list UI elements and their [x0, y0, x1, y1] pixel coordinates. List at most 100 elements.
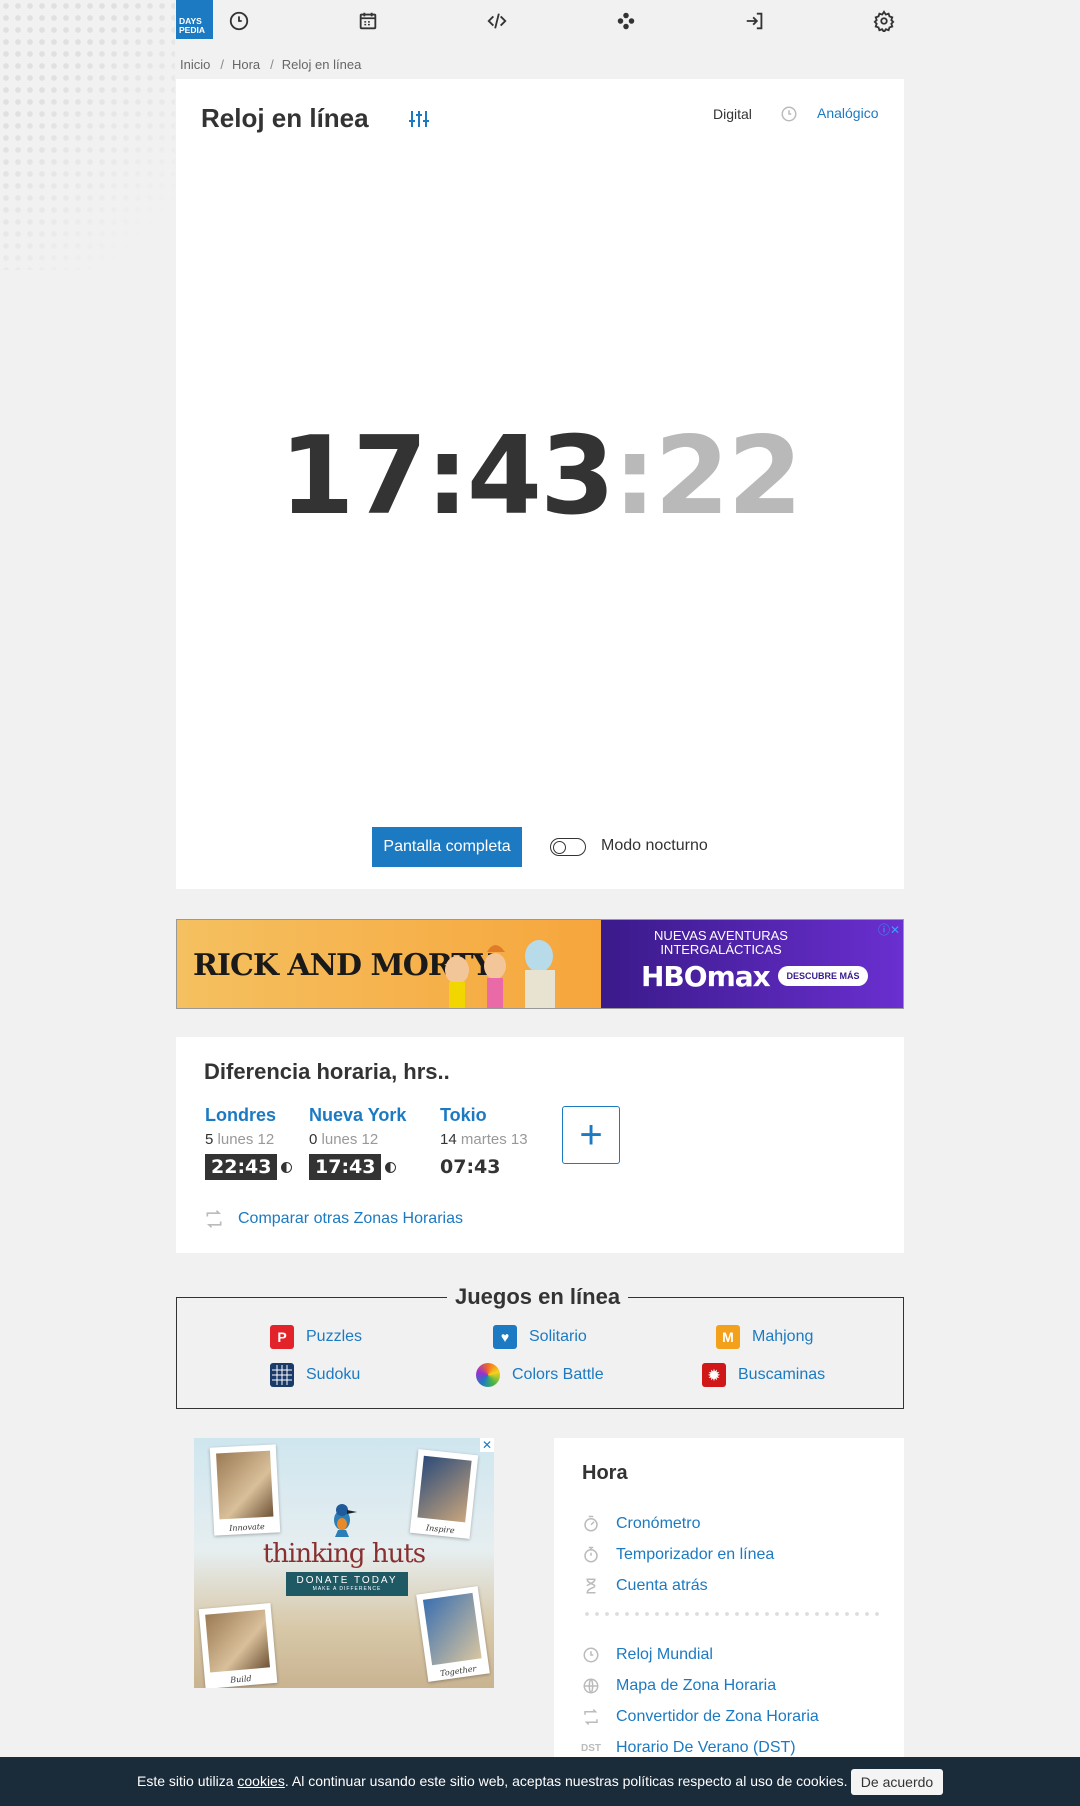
colors-icon	[476, 1363, 500, 1387]
cookie-text-before: Este sitio utiliza	[137, 1773, 238, 1789]
ad-photo-inspire: Inspire	[409, 1449, 479, 1539]
city-day: martes 13	[460, 1131, 528, 1148]
ad-photo-caption: Innovate	[228, 1522, 265, 1533]
game-label: Solitario	[529, 1328, 587, 1345]
game-label: Puzzles	[306, 1328, 363, 1345]
mine-icon: ✹	[702, 1363, 726, 1387]
city-offset-day: 5 lunes 12	[205, 1131, 292, 1148]
link-cronometro[interactable]: Cronómetro	[582, 1515, 700, 1533]
games-nav-icon[interactable]	[615, 10, 637, 32]
city-day: lunes 12	[321, 1131, 379, 1148]
link-cuenta-atras[interactable]: Cuenta atrás	[582, 1577, 708, 1595]
game-label: Colors Battle	[512, 1366, 604, 1383]
ad-photo-image	[216, 1450, 274, 1520]
city-offset: 0	[309, 1131, 318, 1148]
settings-gear-icon[interactable]	[873, 10, 895, 32]
ad-brand-right: HBOmax	[641, 960, 771, 993]
ad-donate-button[interactable]: DONATE TODAY MAKE A DIFFERENCE	[286, 1572, 408, 1596]
breadcrumb-current: Reloj en línea	[281, 57, 362, 72]
city-name[interactable]: Nueva York	[309, 1105, 406, 1126]
ad-cta-button[interactable]: DESCUBRE MÁS	[778, 966, 868, 986]
ad-square[interactable]: Innovate Inspire thinking huts DONATE TO…	[194, 1438, 494, 1688]
timer-icon	[582, 1546, 600, 1564]
ad-close-icon[interactable]: ✕	[480, 1438, 494, 1452]
convert-icon	[582, 1708, 600, 1726]
compare-timezones-label: Comparar otras Zonas Horarias	[238, 1210, 463, 1227]
city-name[interactable]: Londres	[205, 1105, 292, 1126]
ad-photo-caption: Together	[439, 1664, 477, 1679]
ad-photo-together: Together	[416, 1586, 490, 1682]
city-time: 22:43	[205, 1154, 293, 1180]
fullscreen-button[interactable]: Pantalla completa	[372, 827, 522, 867]
link-label: Reloj Mundial	[616, 1646, 713, 1663]
page-title: Reloj en línea	[201, 103, 369, 133]
mahjong-icon: M	[716, 1325, 740, 1349]
city-offset: 5	[205, 1131, 214, 1148]
hora-links-card: Hora Cronómetro Temporizador en línea Cu…	[554, 1438, 904, 1758]
link-label: Cuenta atrás	[616, 1577, 708, 1594]
tune-settings-icon[interactable]	[408, 109, 430, 134]
digital-clock-display: 17:43:22	[176, 414, 904, 539]
ad-characters-image	[445, 940, 555, 1008]
logo-line2: PEDIA	[179, 25, 205, 35]
ad-donate-sublabel: MAKE A DIFFERENCE	[312, 1586, 382, 1592]
ad-headline: NUEVAS AVENTURAS INTERGALÁCTICAS	[654, 928, 788, 957]
clock-icon	[582, 1646, 600, 1664]
ad-info-close-icon[interactable]: ⓘ✕	[878, 921, 900, 938]
game-sudoku[interactable]: Sudoku	[270, 1363, 360, 1387]
link-reloj-mundial[interactable]: Reloj Mundial	[582, 1646, 713, 1664]
clock-seconds: :22	[613, 414, 802, 539]
night-mode-toggle[interactable]	[550, 838, 586, 856]
link-horario-verano[interactable]: DST Horario De Verano (DST)	[581, 1739, 796, 1757]
hora-title: Hora	[582, 1462, 628, 1484]
analog-clock-icon[interactable]	[780, 105, 798, 128]
cookie-accept-button[interactable]: De acuerdo	[851, 1769, 943, 1795]
time-difference-card: Diferencia horaria, hrs.. Londres 5 lune…	[176, 1037, 904, 1253]
compare-timezones-link[interactable]: Comparar otras Zonas Horarias	[204, 1209, 463, 1229]
puzzle-icon: P	[270, 1325, 294, 1349]
code-nav-icon[interactable]	[486, 10, 508, 32]
ad-photo-caption: Build	[229, 1673, 252, 1685]
breadcrumb-inicio[interactable]: Inicio	[180, 57, 210, 72]
city-time-value: 22:43	[205, 1154, 278, 1180]
link-label: Mapa de Zona Horaria	[616, 1677, 777, 1694]
city-time: 17:43	[309, 1154, 397, 1180]
login-nav-icon[interactable]	[744, 10, 766, 32]
link-temporizador[interactable]: Temporizador en línea	[582, 1546, 774, 1564]
city-time: 07:43	[440, 1154, 500, 1180]
link-convertidor[interactable]: Convertidor de Zona Horaria	[582, 1708, 819, 1726]
breadcrumb-hora[interactable]: Hora	[232, 57, 260, 72]
link-label: Convertidor de Zona Horaria	[616, 1708, 819, 1725]
clock-nav-icon[interactable]	[228, 10, 250, 32]
stopwatch-icon	[582, 1515, 600, 1533]
heart-card-icon: ♥	[493, 1325, 517, 1349]
dayspedia-logo[interactable]: DAYS PEDIA	[176, 0, 213, 39]
city-nueva-york: Nueva York 0 lunes 12 17:43	[309, 1105, 406, 1180]
calendar-nav-icon[interactable]	[357, 10, 379, 32]
cookie-link[interactable]: cookies	[237, 1773, 284, 1789]
top-nav: DAYS PEDIA	[176, 0, 904, 42]
city-time-value: 17:43	[309, 1154, 382, 1180]
ad-photo-image	[422, 1592, 482, 1666]
ad-banner[interactable]: RICK AND MORTY NUEVAS AVENTURAS INTERGAL…	[176, 919, 904, 1009]
ad-banner-left: RICK AND MORTY	[177, 920, 601, 1008]
sudoku-grid-icon	[270, 1363, 294, 1387]
city-time-value: 07:43	[440, 1156, 501, 1178]
link-label: Horario De Verano (DST)	[616, 1739, 796, 1756]
add-city-button[interactable]: +	[562, 1106, 620, 1164]
city-londres: Londres 5 lunes 12 22:43	[205, 1105, 293, 1180]
game-buscaminas[interactable]: ✹ Buscaminas	[702, 1363, 825, 1387]
ad-photo-image	[205, 1609, 270, 1673]
mode-analog[interactable]: Analógico	[817, 105, 879, 121]
mode-digital[interactable]: Digital	[713, 106, 752, 122]
game-label: Buscaminas	[738, 1366, 826, 1383]
game-mahjong[interactable]: M Mahjong	[716, 1325, 813, 1349]
globe-icon	[582, 1677, 600, 1695]
game-puzzles[interactable]: P Puzzles	[270, 1325, 362, 1349]
background-dot-pattern	[0, 0, 175, 270]
link-mapa-zona-horaria[interactable]: Mapa de Zona Horaria	[582, 1677, 776, 1695]
game-colors-battle[interactable]: Colors Battle	[476, 1363, 604, 1387]
time-difference-title: Diferencia horaria, hrs..	[204, 1059, 450, 1084]
city-name[interactable]: Tokio	[440, 1105, 528, 1126]
game-solitario[interactable]: ♥ Solitario	[493, 1325, 587, 1349]
